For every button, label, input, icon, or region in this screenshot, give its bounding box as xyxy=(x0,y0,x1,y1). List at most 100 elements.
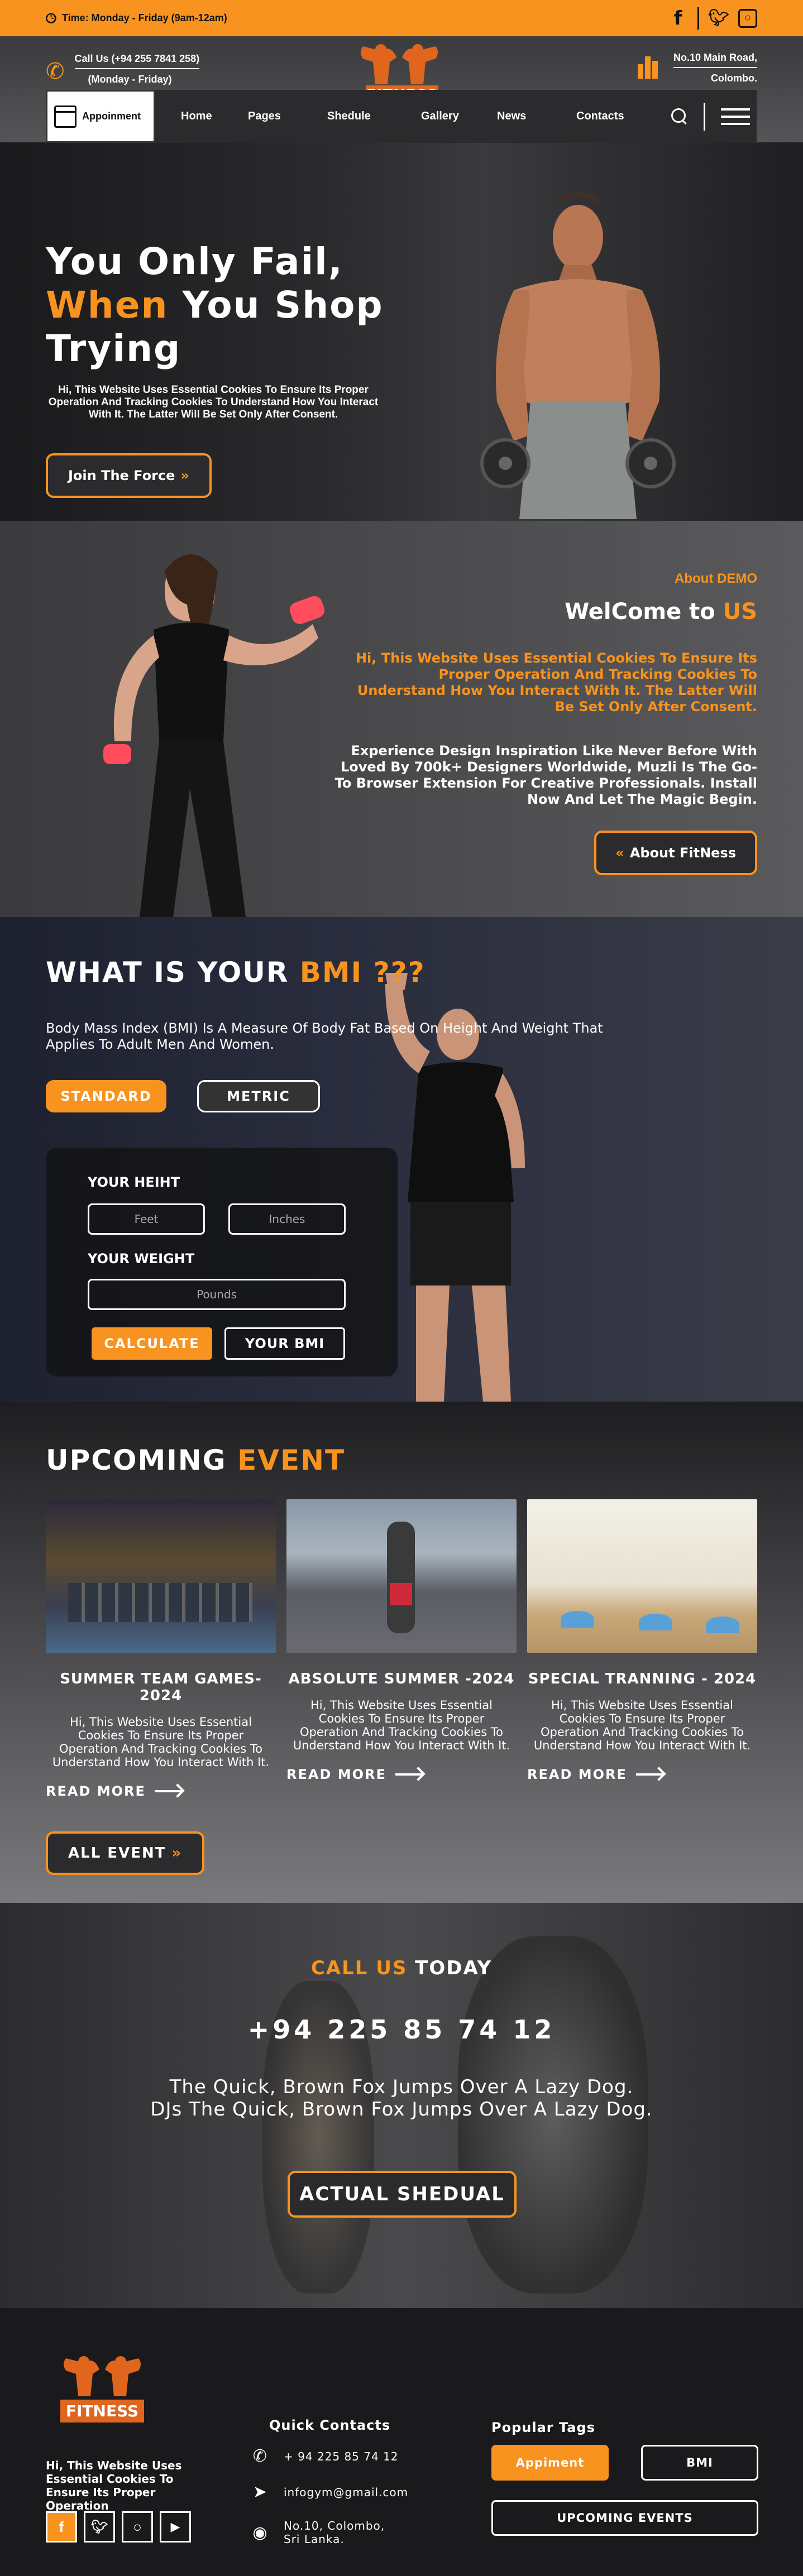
main-nav: Appoinment Home Pages Shedule Gallery Ne… xyxy=(46,90,757,143)
nav-links: Home Pages Shedule Gallery News Contacts xyxy=(181,110,654,123)
read-more-link[interactable]: READ MORE xyxy=(286,1767,517,1782)
call-number[interactable]: +94 225 85 74 12 xyxy=(0,2014,803,2045)
event-text: Hi, This Website Uses Essential Cookies … xyxy=(52,1715,270,1769)
footer-logo[interactable]: FITNESS xyxy=(44,2353,161,2428)
event-card: SPECIAL TRANNING - 2024 Hi, This Website… xyxy=(527,1499,757,1782)
arrow-right-icon xyxy=(635,1773,663,1776)
logo-text: FITNESS xyxy=(60,2400,144,2423)
search-icon[interactable] xyxy=(671,108,688,125)
call-info: ✆ Call Us (+94 255 7841 258) (Monday - F… xyxy=(46,53,200,93)
phone-icon: ✆ xyxy=(46,59,65,84)
feet-input[interactable]: Feet xyxy=(88,1203,205,1235)
tab-metric[interactable]: METRIC xyxy=(197,1080,320,1112)
footer-phone[interactable]: ✆ + 94 225 85 74 12 xyxy=(251,2447,399,2466)
about-section: About DEMO WelCome to US Hi, This Websit… xyxy=(0,521,803,917)
call-title: CALL US TODAY xyxy=(310,1957,493,1979)
youtube-icon[interactable]: ▶ xyxy=(160,2511,191,2543)
event-image[interactable] xyxy=(286,1499,517,1653)
hours-info: 🕒︎ Time: Monday - Friday (9am-12am) xyxy=(46,11,227,26)
bodybuilder-logo-icon xyxy=(64,2356,141,2396)
building-icon xyxy=(637,54,663,79)
event-title: SUMMER TEAM GAMES-2024 xyxy=(60,1671,262,1704)
event-card: SUMMER TEAM GAMES-2024 Hi, This Website … xyxy=(46,1499,276,1799)
tag-bmi[interactable]: BMI xyxy=(641,2445,758,2481)
nav-tools xyxy=(671,102,757,131)
read-more-link[interactable]: READ MORE xyxy=(46,1783,276,1799)
send-icon: ➤ xyxy=(252,2482,268,2502)
footer-email[interactable]: ➤ infogym@gmail.com xyxy=(251,2482,408,2502)
call-days: (Monday - Friday) xyxy=(88,74,172,85)
appointment-label: Appoinment xyxy=(82,111,141,122)
page: 🕒︎ Time: Monday - Friday (9am-12am) f 🐦︎… xyxy=(0,0,803,2576)
footer: FITNESS Hi, This Website Uses Essential … xyxy=(0,2308,803,2576)
footer-social-links: f 🐦︎ ○ ▶ xyxy=(46,2511,191,2543)
address-line2: Colombo. xyxy=(711,73,757,84)
event-title: ABSOLUTE SUMMER -2024 xyxy=(288,1671,515,1687)
weight-label: YOUR WEIGHT xyxy=(88,1251,195,1267)
all-event-button[interactable]: ALL EVENT » xyxy=(46,1831,205,1875)
clock-icon: 🕒︎ xyxy=(46,10,56,26)
facebook-icon[interactable]: f xyxy=(668,7,687,30)
top-social-links: f 🐦︎ ○ xyxy=(668,7,757,30)
event-title: SPECIAL TRANNING - 2024 xyxy=(528,1671,757,1687)
hours-text: Time: Monday - Friday (9am-12am) xyxy=(61,12,227,23)
nav-item-home[interactable]: Home xyxy=(181,110,248,123)
tag-appiment[interactable]: Appiment xyxy=(491,2445,609,2481)
actual-schedule-button[interactable]: ACTUAL SHEDUAL xyxy=(288,2171,517,2218)
twitter-icon[interactable]: 🐦︎ xyxy=(84,2511,115,2543)
nav-item-pages[interactable]: Pages xyxy=(248,110,327,123)
your-bmi-button[interactable]: YOUR BMI xyxy=(224,1327,345,1360)
event-image[interactable] xyxy=(527,1499,757,1653)
muscular-man-image xyxy=(480,193,676,519)
nav-item-news[interactable]: News xyxy=(497,110,576,123)
divider xyxy=(704,102,705,131)
event-text: Hi, This Website Uses Essential Cookies … xyxy=(533,1699,751,1752)
about-fitness-button[interactable]: « About FitNess xyxy=(594,831,757,875)
popular-tags-title: Popular Tags xyxy=(491,2420,595,2435)
phone-icon: ✆ xyxy=(252,2447,268,2466)
inches-input[interactable]: Inches xyxy=(228,1203,346,1235)
call-number[interactable]: Call Us (+94 255 7841 258) xyxy=(74,53,200,69)
arrow-right-icon xyxy=(154,1790,181,1792)
nav-item-shedule[interactable]: Shedule xyxy=(327,110,421,123)
about-text: Experience Design Inspiration Like Never… xyxy=(334,743,757,807)
facebook-icon[interactable]: f xyxy=(46,2511,77,2543)
footer-about-text: Hi, This Website Uses Essential Cookies … xyxy=(46,2459,182,2512)
event-image[interactable] xyxy=(46,1499,276,1653)
hero-text: Hi, This Website Uses Essential Cookies … xyxy=(48,384,379,420)
woman-dumbbell-image xyxy=(103,554,325,917)
top-bar: 🕒︎ Time: Monday - Friday (9am-12am) f 🐦︎… xyxy=(0,0,803,36)
double-chevron-right-icon: » xyxy=(171,1845,183,1862)
event-card: ABSOLUTE SUMMER -2024 Hi, This Website U… xyxy=(286,1499,517,1782)
tab-standard[interactable]: STANDARD xyxy=(46,1080,166,1112)
pounds-input[interactable]: Pounds xyxy=(88,1279,346,1310)
tag-upcoming-events[interactable]: UPCOMING EVENTS xyxy=(491,2500,758,2536)
call-section: CALL US TODAY +94 225 85 74 12 The Quick… xyxy=(0,1903,803,2308)
appointment-button[interactable]: Appoinment xyxy=(46,90,155,143)
address-line1: No.10 Main Road, xyxy=(673,52,757,68)
call-quote: The Quick, Brown Fox Jumps Over A Lazy D… xyxy=(150,2076,653,2121)
double-chevron-right-icon: » xyxy=(180,468,189,483)
join-force-button[interactable]: Join The Force » xyxy=(46,453,212,498)
address-info: No.10 Main Road, Colombo. xyxy=(637,52,757,92)
read-more-link[interactable]: READ MORE xyxy=(527,1767,757,1782)
instagram-icon[interactable]: ○ xyxy=(738,8,757,28)
divider xyxy=(697,7,699,30)
arrow-right-icon xyxy=(395,1773,422,1776)
events-title: UPCOMING EVENT xyxy=(46,1444,346,1476)
calendar-icon xyxy=(54,105,77,128)
instagram-icon[interactable]: ○ xyxy=(122,2511,153,2543)
hamburger-menu-icon[interactable] xyxy=(721,103,750,130)
events-section: UPCOMING EVENT SUMMER TEAM GAMES-2024 Hi… xyxy=(0,1402,803,1903)
footer-address: ◉ No.10, Colombo, Sri Lanka. xyxy=(251,2519,395,2546)
bmi-title: WHAT IS YOUR BMI ??? xyxy=(46,956,426,989)
calculate-button[interactable]: CALCULATE xyxy=(92,1327,212,1360)
nav-item-gallery[interactable]: Gallery xyxy=(421,110,497,123)
about-title: WelCome to US xyxy=(565,599,757,625)
twitter-icon[interactable]: 🐦︎ xyxy=(708,8,729,28)
about-tag: About DEMO xyxy=(675,571,757,586)
height-label: YOUR HEIHT xyxy=(88,1174,180,1190)
hero-section: You Only Fail, When You Shop Trying Hi, … xyxy=(0,142,803,521)
nav-item-contacts[interactable]: Contacts xyxy=(576,110,654,123)
event-text: Hi, This Website Uses Essential Cookies … xyxy=(293,1699,510,1752)
